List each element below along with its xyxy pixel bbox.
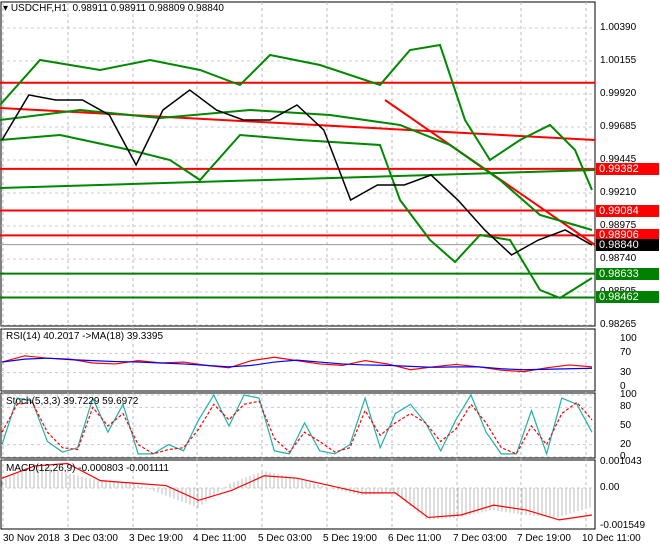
ohlc-values: 0.98911 0.98911 0.98809 0.98840	[72, 3, 224, 14]
rsi-tick-label: 70	[620, 347, 632, 359]
price-tick-label: 1.00390	[600, 22, 637, 33]
x-tick-label: 5 Dec 03:00	[258, 533, 312, 544]
price-tick-label: 0.99685	[600, 121, 637, 132]
price-tick-label: 0.98740	[600, 253, 637, 264]
rsi-tick-label: 100	[620, 333, 637, 344]
x-tick-label: 6 Dec 11:00	[388, 533, 442, 544]
price-tick-label: 0.98265	[600, 319, 637, 330]
macd-tick-label: 0.00	[600, 482, 620, 493]
rsi-label: RSI(14) 40.2017 ->MA(18) 39.3395	[6, 331, 164, 342]
stoch-label: Stoch(5,3,3) 39.7229 59.6972	[6, 396, 139, 407]
stoch-signal-line	[1, 400, 593, 455]
price-tick-label: 0.99920	[600, 88, 637, 99]
x-tick-label: 3 Dec 19:00	[129, 533, 183, 544]
rsi-tick-label: 30	[620, 366, 632, 378]
x-tick-label: 7 Dec 19:00	[517, 533, 571, 544]
macd-label: MACD(12,26,9) -0.000803 -0.001111	[6, 463, 169, 474]
panel-0	[0, 1, 596, 327]
bollinger-middle	[0, 108, 593, 231]
x-tick-label: 30 Nov 2018	[3, 533, 60, 544]
symbol: USDCHF,H1	[10, 3, 67, 14]
price-tag: 0.98462	[596, 291, 659, 304]
rsi-ma-line	[1, 357, 593, 371]
macd-tick-label: -0.001549	[600, 520, 646, 531]
price-tag: 0.98840	[596, 238, 659, 251]
price-tag: 0.99084	[596, 204, 659, 217]
x-tick-label: 5 Dec 19:00	[323, 533, 377, 544]
x-tick-label: 4 Dec 11:00	[193, 533, 247, 544]
price-tag: 0.98633	[596, 267, 659, 280]
stoch-tick-label: 80	[620, 401, 632, 413]
stoch-tick-label: 100	[620, 389, 637, 400]
stoch-tick-label: 20	[620, 438, 632, 450]
price-tick-label: 1.00155	[600, 55, 637, 66]
stoch-tick-label: 50	[620, 420, 632, 431]
symbol-header: ▾ USDCHF,H1 0.98911 0.98911 0.98809 0.98…	[3, 3, 224, 14]
price-tag: 0.99382	[596, 162, 659, 175]
macd-tick-label: 0.001043	[600, 456, 642, 468]
price-tick-label: 0.99210	[600, 187, 637, 198]
x-tick-label: 7 Dec 03:00	[453, 533, 507, 544]
x-tick-label: 3 Dec 03:00	[64, 533, 118, 544]
x-tick-label: 10 Dec 11:00	[582, 533, 641, 544]
